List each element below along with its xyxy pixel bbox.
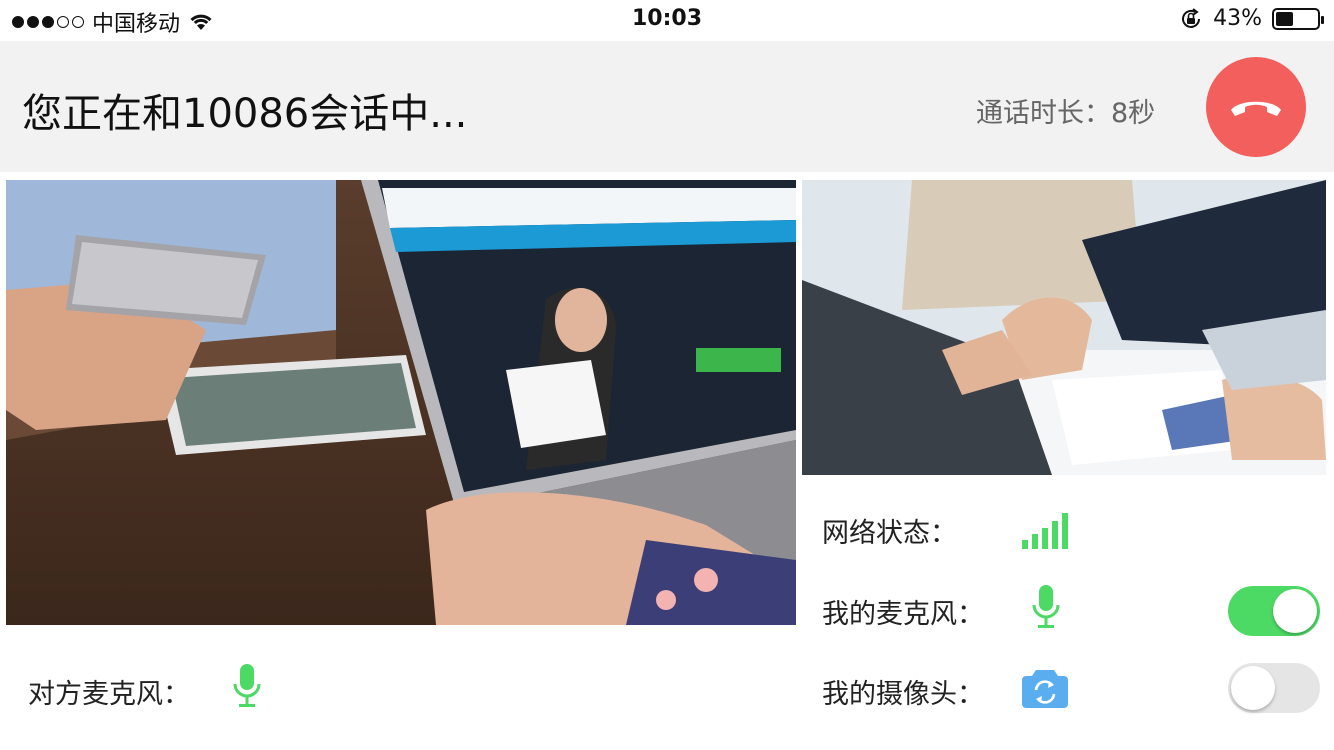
battery-icon: [1272, 7, 1324, 30]
wifi-icon: [190, 14, 212, 30]
call-duration: 通话时长：8秒: [976, 98, 1156, 129]
microphone-icon: [233, 664, 261, 707]
local-video: [802, 180, 1326, 475]
call-header: 您正在和10086会话中... 通话时长：8秒: [0, 41, 1334, 172]
my-mic-label: 我的麦克风：: [822, 599, 984, 630]
call-title: 您正在和10086会话中...: [22, 91, 468, 137]
carrier-name: 中国移动: [92, 12, 181, 37]
local-video-image: [802, 180, 1326, 475]
network-status-label: 网络状态：: [822, 518, 957, 549]
microphone-icon: [1032, 585, 1060, 628]
hangup-button[interactable]: [1206, 57, 1306, 157]
signal-bars-icon: [1022, 513, 1068, 549]
cell-signal-icon: [12, 16, 84, 28]
remote-mic-label: 对方麦克风：: [28, 679, 190, 710]
toggle-knob: [1231, 666, 1275, 710]
camera-switch-icon: [1022, 670, 1068, 708]
toggle-knob: [1273, 589, 1317, 633]
my-camera-label: 我的摄像头：: [822, 679, 984, 710]
phone-hangup-icon: [1231, 101, 1281, 116]
status-right: 43%: [1179, 6, 1324, 31]
battery-percent: 43%: [1213, 6, 1262, 31]
remote-video-image: [6, 180, 796, 625]
my-mic-toggle[interactable]: [1228, 586, 1320, 636]
status-left: 中国移动: [12, 6, 214, 38]
remote-video: [6, 180, 796, 625]
my-camera-toggle[interactable]: [1228, 663, 1320, 713]
status-bar: 中国移动 10:03 43%: [0, 0, 1334, 40]
rotation-lock-icon: [1182, 7, 1201, 28]
